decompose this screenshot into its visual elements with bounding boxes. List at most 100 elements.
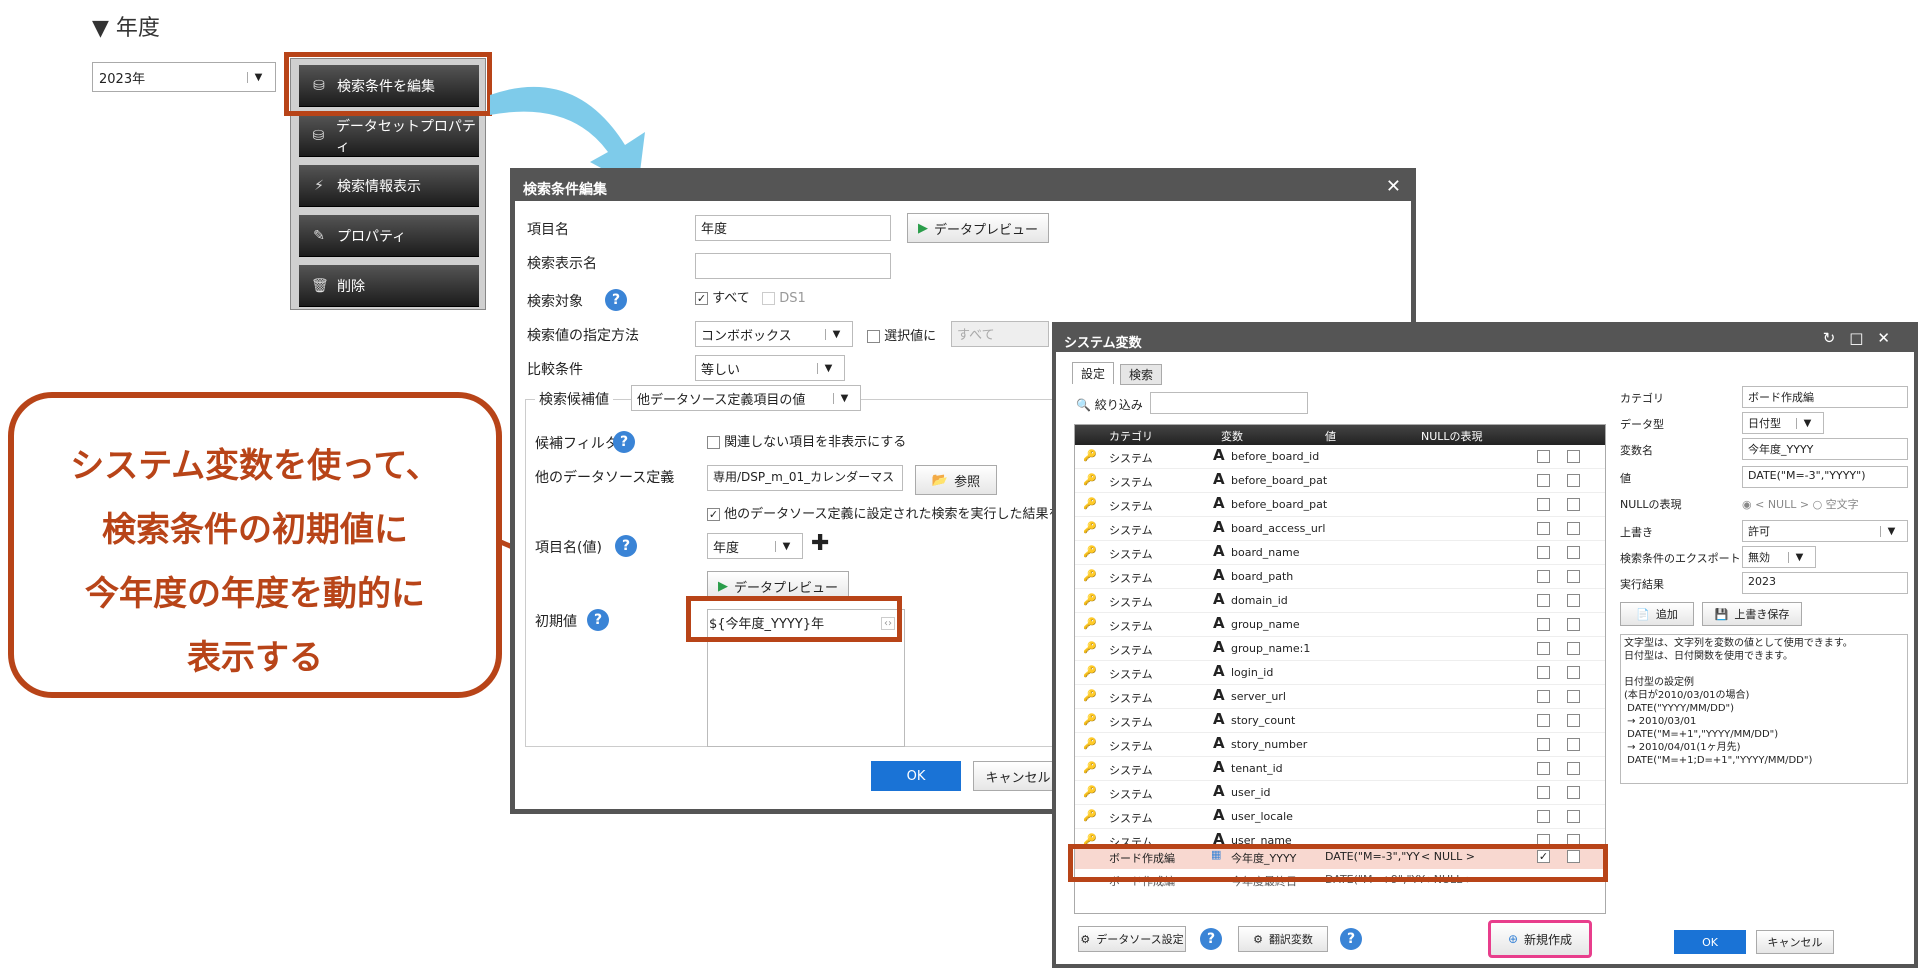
checkbox-ds1[interactable] [762,292,776,305]
sysvar-cancel-button[interactable]: キャンセル [1756,930,1834,954]
help-icon[interactable]: ? [615,535,637,557]
col-category[interactable]: カテゴリ [1109,428,1153,444]
help-icon[interactable]: ? [1200,928,1222,950]
checkbox-overwrite[interactable] [1537,762,1550,775]
type-select[interactable]: 日付型 ▼ [1742,412,1824,434]
checkbox-export[interactable] [1567,570,1580,583]
checkbox-selected-value[interactable] [867,330,880,343]
checkbox-overwrite[interactable] [1537,594,1550,607]
col-value[interactable]: 値 [1325,428,1336,444]
col-variable[interactable]: 変数 [1221,428,1243,444]
menu-item-search-info[interactable]: ⚡ 検索情報表示 [299,165,479,207]
overwrite-save-button[interactable]: 💾 上書き保存 [1702,602,1802,626]
display-name-input[interactable] [695,253,891,279]
checkbox-overwrite[interactable] [1537,474,1550,487]
item-value-select[interactable]: 年度 ▼ [707,533,803,559]
table-row[interactable]: 🔑 システム Astory_number [1075,733,1605,757]
table-row[interactable]: 🔑 システム Abefore_board_pat [1075,469,1605,493]
table-row[interactable]: 🔑 システム Aboard_name [1075,541,1605,565]
checkbox-hide-unrelated[interactable] [707,436,720,449]
year-select[interactable]: 2023年 ▼ [92,62,276,92]
table-row[interactable]: 🔑 システム Auser_locale [1075,805,1605,829]
menu-item-properties[interactable]: ✎ プロパティ [299,215,479,257]
checkbox-export[interactable] [1567,810,1580,823]
checkbox-overwrite[interactable] [1537,690,1550,703]
add-button[interactable]: 📄 追加 [1620,602,1694,626]
close-icon[interactable]: ✕ [1386,176,1401,197]
item-name-input[interactable]: 年度 [695,215,891,241]
help-icon[interactable]: ? [1340,928,1362,950]
null-radio[interactable]: ◉ < NULL > ○ 空文字 [1742,496,1859,512]
checkbox-export[interactable] [1567,738,1580,751]
checkbox-export[interactable] [1567,546,1580,559]
cancel-button[interactable]: キャンセル [973,761,1063,791]
selected-value-input[interactable]: すべて [951,321,1049,347]
checkbox-export[interactable] [1567,762,1580,775]
checkbox-export[interactable] [1567,618,1580,631]
checkbox-export[interactable] [1567,714,1580,727]
checkbox-overwrite[interactable] [1537,714,1550,727]
menu-item-dataset-properties[interactable]: ⛁ データセットプロパティ [299,115,479,157]
export-select[interactable]: 無効 ▼ [1742,546,1816,568]
method-select[interactable]: コンボボックス ▼ [695,321,853,347]
col-null[interactable]: NULLの表現 [1421,428,1483,444]
table-row[interactable]: 🔑 システム Alogin_id [1075,661,1605,685]
checkbox-export[interactable] [1567,498,1580,511]
help-icon[interactable]: ? [605,289,627,311]
checkbox-overwrite[interactable] [1537,786,1550,799]
help-icon[interactable]: ? [587,609,609,631]
new-button[interactable]: ⊕ 新規作成 [1488,920,1592,958]
table-row[interactable]: 🔑 システム Atenant_id [1075,757,1605,781]
tab-search[interactable]: 検索 [1120,364,1163,385]
checkbox-overwrite[interactable] [1537,546,1550,559]
name-input[interactable]: 今年度_YYYY [1742,438,1908,460]
checkbox-export[interactable] [1567,522,1580,535]
checkbox-export[interactable] [1567,666,1580,679]
checkbox-export[interactable] [1567,786,1580,799]
compare-select[interactable]: 等しい ▼ [695,355,845,381]
checkbox-overwrite[interactable] [1537,618,1550,631]
window-controls[interactable]: ↻□✕ [1823,329,1904,347]
ok-button[interactable]: OK [871,761,961,791]
translate-button[interactable]: ⚙ 翻訳変数 [1238,926,1328,952]
filter-option[interactable]: 関連しない項目を非表示にする [707,431,906,450]
checkbox-all[interactable]: ✓ [695,292,708,305]
tab-settings[interactable]: 設定 [1072,362,1115,384]
checkbox-overwrite[interactable] [1537,522,1550,535]
checkbox-export[interactable] [1567,594,1580,607]
selected-value-option[interactable]: 選択値に [867,325,936,344]
checkbox-overwrite[interactable] [1537,810,1550,823]
checkbox-run-search[interactable]: ✓ [707,508,720,521]
table-row[interactable]: 🔑 システム Auser_id [1075,781,1605,805]
table-row[interactable]: 🔑 システム Abefore_board_pat [1075,493,1605,517]
table-row[interactable]: 🔑 システム Agroup_name:1 [1075,637,1605,661]
table-row[interactable]: 🔑 システム Agroup_name [1075,613,1605,637]
sysvar-ok-button[interactable]: OK [1674,930,1746,954]
table-row[interactable]: 🔑 システム Aboard_access_url [1075,517,1605,541]
menu-item-delete[interactable]: 🗑 削除 [299,265,479,307]
table-row[interactable]: 🔑 システム Astory_count [1075,709,1605,733]
table-row[interactable]: 🔑 システム Aserver_url [1075,685,1605,709]
category-input[interactable]: ボード作成編 [1742,386,1908,408]
checkbox-overwrite[interactable] [1537,450,1550,463]
checkbox-overwrite[interactable] [1537,738,1550,751]
value-input[interactable]: DATE("M=-3","YYYY") [1742,466,1908,488]
checkbox-overwrite[interactable] [1537,570,1550,583]
run-search-option[interactable]: ✓ 他のデータソース定義に設定された検索を実行した結果を [707,503,1062,522]
other-ds-input[interactable]: 専用/DSP_m_01_カレンダーマス [707,465,903,491]
plus-icon[interactable]: ✚ [811,531,829,556]
overwrite-select[interactable]: 許可 ▼ [1742,520,1908,542]
table-row[interactable]: 🔑 システム Aboard_path [1075,565,1605,589]
browse-button[interactable]: 📂 参照 [915,465,997,495]
checkbox-export[interactable] [1567,474,1580,487]
checkbox-export[interactable] [1567,450,1580,463]
candidate-select[interactable]: 他データソース定義項目の値 ▼ [631,385,861,411]
table-row[interactable]: 🔑 システム Abefore_board_id [1075,445,1605,469]
data-preview-button[interactable]: ▶ データプレビュー [907,213,1049,243]
table-row[interactable]: 🔑 システム Adomain_id [1075,589,1605,613]
ds-settings-button[interactable]: ⚙ データソース設定 [1078,926,1186,952]
help-icon[interactable]: ? [613,431,635,453]
checkbox-overwrite[interactable] [1537,642,1550,655]
section-header[interactable]: ▼ 年度 [92,10,160,42]
checkbox-overwrite[interactable] [1537,666,1550,679]
